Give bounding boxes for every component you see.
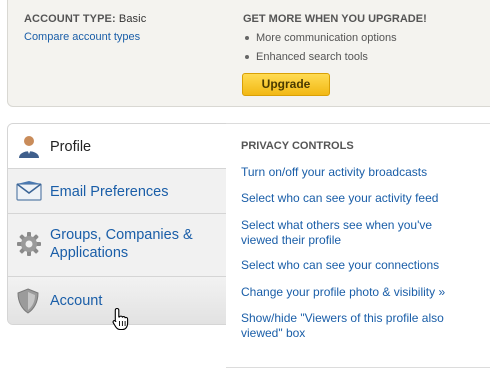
shield-icon xyxy=(16,288,40,319)
activity-feed-link[interactable]: Select who can see your activity feed xyxy=(241,191,471,206)
nav-label-email-preferences: Email Preferences xyxy=(50,184,169,200)
privacy-controls-panel: PRIVACY CONTROLS Turn on/off your activi… xyxy=(226,123,490,368)
settings-nav: Profile Email Preferences Groups, Compan… xyxy=(7,123,228,325)
benefit-item: Enhanced search tools xyxy=(243,50,397,69)
nav-item-profile[interactable]: Profile xyxy=(8,124,227,169)
compare-account-types-link[interactable]: Compare account types xyxy=(24,31,140,43)
profile-photo-visibility-link[interactable]: Change your profile photo & visibility » xyxy=(241,285,471,300)
connections-visibility-link[interactable]: Select who can see your connections xyxy=(241,258,471,273)
nav-item-email-preferences[interactable]: Email Preferences xyxy=(8,169,227,214)
account-banner: ACCOUNT TYPE: Basic Compare account type… xyxy=(7,0,490,107)
account-type: ACCOUNT TYPE: Basic xyxy=(24,13,146,25)
privacy-controls-heading: PRIVACY CONTROLS xyxy=(241,140,354,152)
account-type-value: Basic xyxy=(118,13,147,25)
upgrade-heading: GET MORE WHEN YOU UPGRADE! xyxy=(243,13,427,25)
hand-pointer-icon xyxy=(111,307,131,336)
activity-broadcasts-link[interactable]: Turn on/off your activity broadcasts xyxy=(241,165,471,180)
account-type-label: ACCOUNT TYPE: xyxy=(24,13,116,25)
nav-label-groups-companies-applications: Groups, Companies & Applications xyxy=(50,227,193,261)
envelope-icon xyxy=(16,179,42,208)
benefit-item: More communication options xyxy=(243,31,397,50)
viewers-also-viewed-link[interactable]: Show/hide "Viewers of this profile also … xyxy=(241,311,471,341)
nav-item-groups-companies-applications[interactable]: Groups, Companies & Applications xyxy=(8,214,227,277)
nav-label-account: Account xyxy=(50,293,103,309)
nav-label-profile: Profile xyxy=(50,139,92,155)
gear-icon xyxy=(16,231,42,262)
viewed-profile-link[interactable]: Select what others see when you've viewe… xyxy=(241,218,471,248)
upgrade-benefits-list: More communication options Enhanced sear… xyxy=(243,31,397,69)
upgrade-button[interactable]: Upgrade xyxy=(242,73,330,96)
person-icon xyxy=(16,133,42,164)
